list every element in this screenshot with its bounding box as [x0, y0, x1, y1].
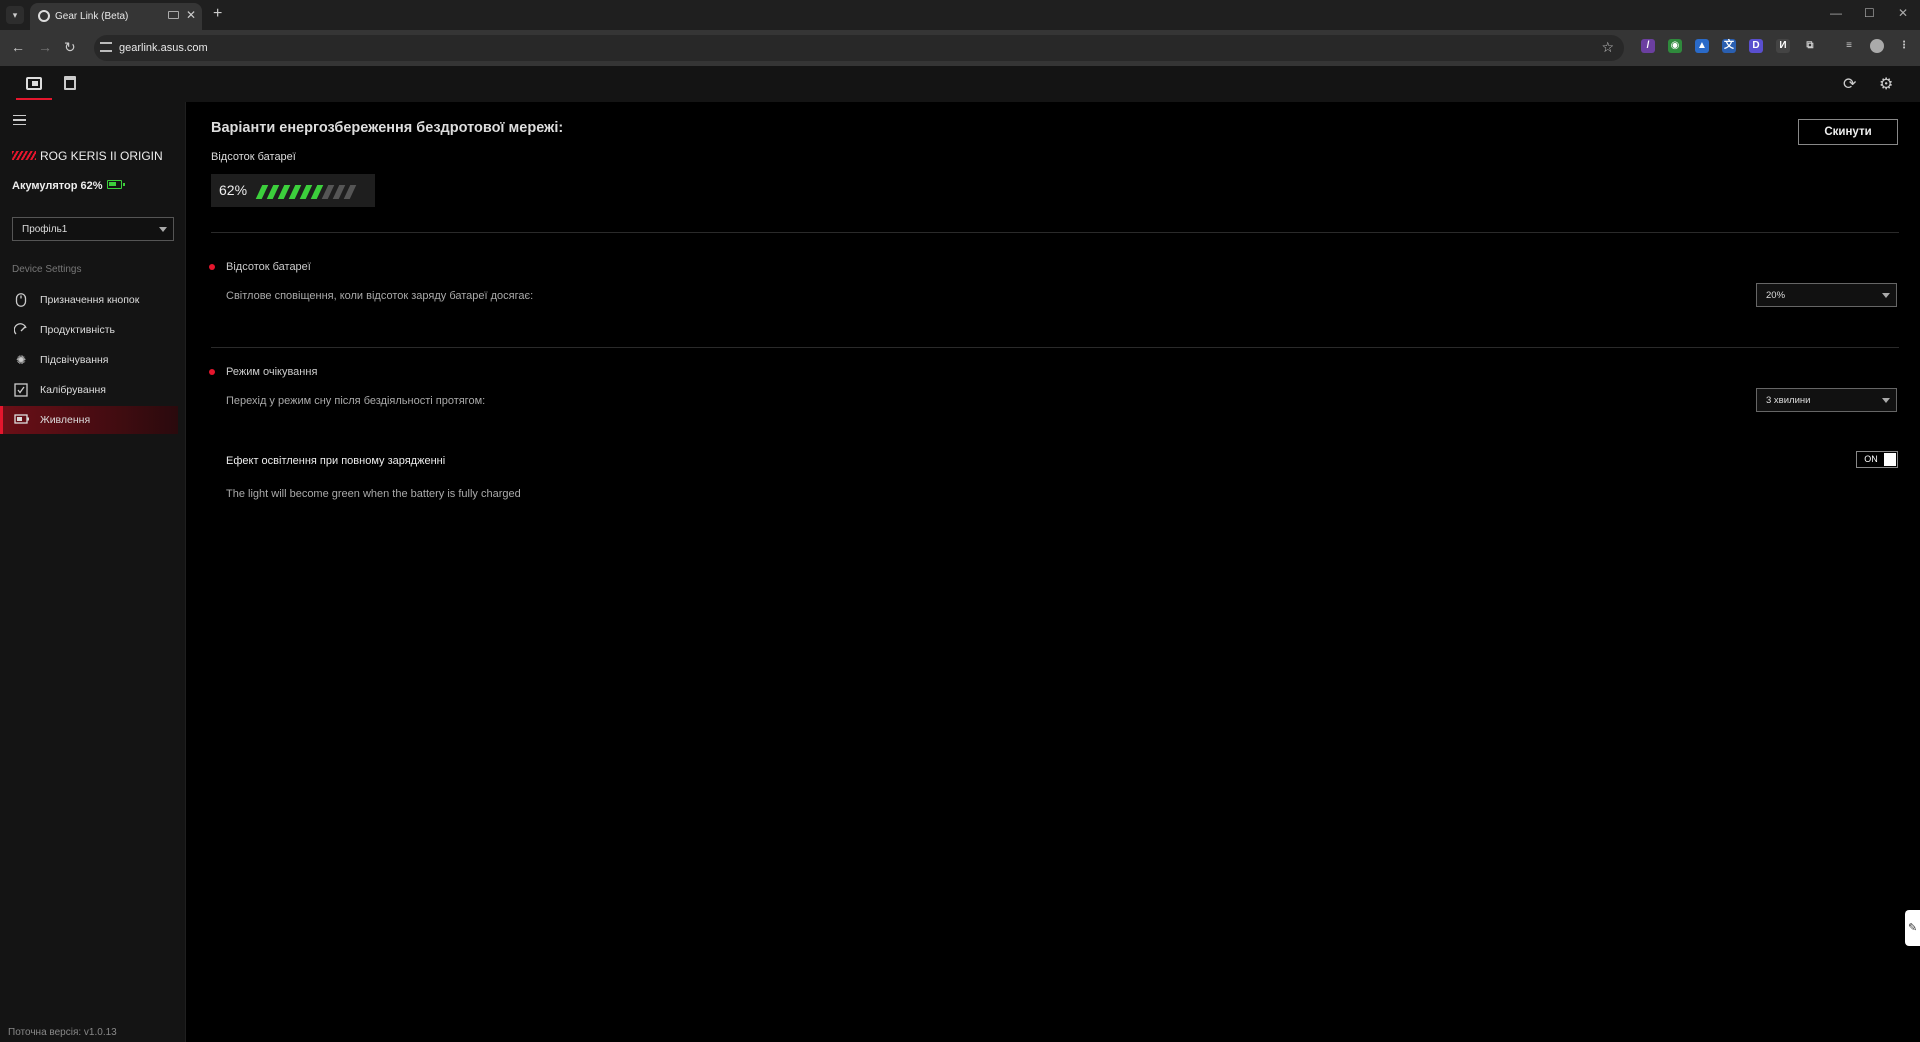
chevron-down-icon — [1882, 398, 1890, 403]
standby-description: Перехід у режим сну після бездіяльності … — [226, 395, 486, 407]
low-battery-title: Відсоток батареї — [226, 261, 311, 273]
low-battery-description: Світлове сповіщення, коли відсоток заряд… — [226, 290, 534, 302]
chevron-down-icon — [159, 227, 167, 232]
sidebar-item-power[interactable]: Живлення — [0, 406, 178, 434]
sidebar-item-label: Підсвічування — [40, 354, 109, 366]
minimize-icon[interactable]: — — [1830, 6, 1842, 20]
sidebar-item-calibration[interactable]: Калібрування — [0, 376, 178, 404]
toggle-knob — [1884, 453, 1896, 466]
profile-avatar-icon[interactable] — [1870, 39, 1884, 53]
extensions-puzzle-icon[interactable]: ⧉ — [1803, 39, 1817, 53]
sidebar-item-label: Призначення кнопок — [40, 294, 140, 306]
device-name: ROG KERIS II ORIGIN — [40, 149, 163, 163]
bullet-icon — [209, 369, 215, 375]
maximize-icon[interactable]: ☐ — [1864, 6, 1875, 20]
version-label: Поточна версія: v1.0.13 — [8, 1027, 117, 1038]
url-text[interactable]: gearlink.asus.com — [119, 42, 208, 54]
extension-icon[interactable]: ◉ — [1668, 39, 1682, 53]
battery-segment — [343, 185, 357, 199]
browser-tab[interactable]: Gear Link (Beta) ✕ — [30, 3, 202, 30]
bookmark-star-icon[interactable]: ☆ — [1601, 39, 1614, 56]
tab-devices[interactable] — [16, 70, 52, 100]
gear-icon[interactable]: ⚙ — [1879, 74, 1893, 94]
battery-percent: 62% — [219, 182, 248, 198]
site-info-icon[interactable] — [100, 42, 112, 52]
forward-icon[interactable]: → — [38, 39, 52, 55]
tab-close-icon[interactable]: ✕ — [186, 8, 196, 22]
sidebar-item-label: Живлення — [40, 414, 91, 426]
browser-tabstrip: ▾ Gear Link (Beta) ✕ + — ☐ ✕ — [0, 0, 1920, 30]
divider — [211, 347, 1899, 348]
rog-logo-icon — [12, 151, 36, 160]
bullet-icon — [209, 264, 215, 270]
standby-time-value: 3 хвилини — [1766, 395, 1811, 406]
section-label: Device Settings — [12, 264, 82, 275]
reload-icon[interactable]: ↻ — [64, 39, 76, 56]
battery-status: Акумулятор 62% — [12, 180, 103, 192]
battery-level-bar — [255, 185, 363, 199]
sidebar-item-performance[interactable]: Продуктивність — [0, 316, 178, 344]
sidebar-item-label: Продуктивність — [40, 324, 115, 336]
toggle-state: ON — [1860, 453, 1882, 466]
sidebar-item-label: Калібрування — [40, 384, 106, 396]
browser-toolbar: ← → ↻ gearlink.asus.com ☆ / ◉ ▲ 文 D И ⧉ … — [0, 30, 1920, 66]
tab-media-icon — [168, 11, 179, 19]
feedback-handle[interactable]: ✎ — [1905, 910, 1920, 946]
standby-title: Режим очікування — [226, 366, 318, 378]
sync-icon[interactable]: ⟳ — [1843, 74, 1856, 94]
media-controls-icon[interactable]: ≡ — [1842, 39, 1856, 53]
reset-button[interactable]: Скинути — [1798, 119, 1898, 145]
divider — [211, 232, 1899, 233]
battery-level-indicator: 62% — [211, 174, 375, 207]
main-content: Варіанти енергозбереження бездротової ме… — [187, 102, 1920, 1042]
device-icon — [26, 77, 42, 90]
charge-effect-toggle[interactable]: ON — [1856, 451, 1898, 468]
extension-icon[interactable]: / — [1641, 39, 1655, 53]
gear-link-favicon-icon — [38, 10, 50, 22]
lighting-icon: ✺ — [15, 353, 27, 367]
store-icon — [64, 76, 76, 90]
new-tab-button[interactable]: + — [213, 5, 222, 23]
back-icon[interactable]: ← — [11, 39, 25, 55]
sidebar-item-lighting[interactable]: ✺ Підсвічування — [0, 346, 178, 374]
extension-icon[interactable]: D — [1749, 39, 1763, 53]
charge-effect-title: Ефект освітлення при повному зарядженні — [226, 455, 446, 467]
browser-menu-icon[interactable]: ⋮ — [1897, 39, 1911, 53]
hamburger-menu-icon[interactable] — [13, 115, 26, 125]
pen-icon: ✎ — [1908, 922, 1918, 934]
app-header: ⟳ ⚙ — [0, 66, 1920, 102]
sidebar: ROG KERIS II ORIGIN Акумулятор 62% Профі… — [0, 102, 186, 1042]
profile-select[interactable]: Профіль1 — [12, 217, 174, 241]
tab-store[interactable] — [52, 70, 88, 100]
low-battery-threshold-select[interactable]: 20% — [1756, 283, 1897, 307]
sidebar-item-button-assignment[interactable]: Призначення кнопок — [0, 286, 178, 314]
close-window-icon[interactable]: ✕ — [1898, 6, 1908, 20]
power-icon — [14, 413, 29, 427]
standby-time-select[interactable]: 3 хвилини — [1756, 388, 1897, 412]
extension-icon[interactable]: И — [1776, 39, 1790, 53]
mouse-icon — [14, 293, 28, 307]
battery-icon — [107, 180, 125, 189]
battery-level-label: Відсоток батареї — [211, 151, 296, 163]
translate-extension-icon[interactable]: 文 — [1722, 39, 1736, 53]
tab-search-button[interactable]: ▾ — [6, 6, 24, 24]
charge-effect-description: The light will become green when the bat… — [226, 488, 521, 500]
low-battery-threshold-value: 20% — [1766, 290, 1786, 301]
chevron-down-icon — [1882, 293, 1890, 298]
page-title: Варіанти енергозбереження бездротової ме… — [211, 120, 564, 136]
drive-extension-icon[interactable]: ▲ — [1695, 39, 1709, 53]
performance-icon — [13, 323, 28, 337]
profile-select-value: Профіль1 — [22, 224, 68, 235]
tab-title: Gear Link (Beta) — [55, 11, 129, 22]
calibration-icon — [14, 383, 28, 397]
address-bar[interactable]: gearlink.asus.com ☆ — [94, 35, 1624, 61]
